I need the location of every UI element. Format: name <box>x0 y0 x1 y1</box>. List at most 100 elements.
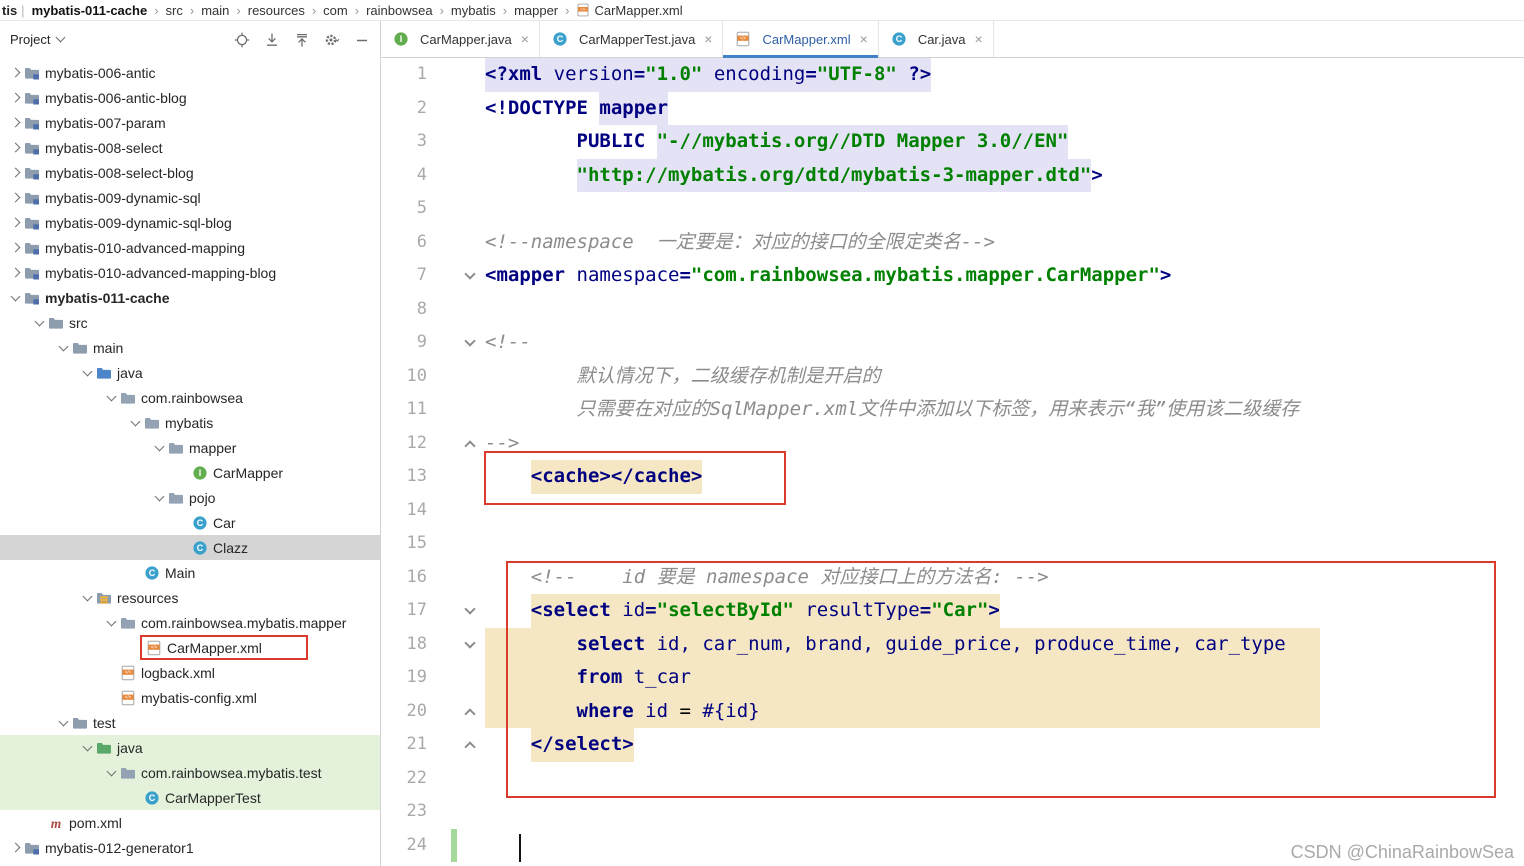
code-line-5[interactable]: 5 <box>381 192 1524 226</box>
code-line-17[interactable]: 17 <select id="selectById" resultType="C… <box>381 594 1524 628</box>
chevron-down-icon[interactable] <box>80 595 94 600</box>
tree-item-mapper[interactable]: mapper <box>0 435 380 460</box>
tree-item-mybatis-config.xml[interactable]: </>mybatis-config.xml <box>0 685 380 710</box>
tree-item-mybatis-012-generator1[interactable]: mybatis-012-generator1 <box>0 835 380 860</box>
tree-item-mybatis-006-antic-blog[interactable]: mybatis-006-antic-blog <box>0 85 380 110</box>
chevron-right-icon[interactable] <box>8 94 22 101</box>
tree-item-mybatis-010-advanced-mapping[interactable]: mybatis-010-advanced-mapping <box>0 235 380 260</box>
fold-down-icon[interactable] <box>457 594 485 628</box>
breadcrumb-item-mapper[interactable]: mapper <box>514 3 558 18</box>
chevron-down-icon[interactable] <box>128 420 142 425</box>
breadcrumb-item-CarMapper.xml[interactable]: </>CarMapper.xml <box>576 3 682 18</box>
tab-CarMapperTest.java[interactable]: CCarMapperTest.java× <box>540 21 724 57</box>
fold-up-icon[interactable] <box>457 427 485 461</box>
chevron-right-icon[interactable] <box>8 219 22 226</box>
tree-item-src[interactable]: src <box>0 310 380 335</box>
chevron-right-icon[interactable] <box>8 194 22 201</box>
tree-item-mybatis[interactable]: mybatis <box>0 410 380 435</box>
tree-item-Car[interactable]: CCar <box>0 510 380 535</box>
settings-icon[interactable] <box>324 32 340 48</box>
code-line-19[interactable]: 19 from t_car <box>381 661 1524 695</box>
tree-item-CarMapper[interactable]: ICarMapper <box>0 460 380 485</box>
code-line-2[interactable]: 2<!DOCTYPE mapper <box>381 92 1524 126</box>
code-line-21[interactable]: 21 </select> <box>381 728 1524 762</box>
code-line-9[interactable]: 9<!-- <box>381 326 1524 360</box>
chevron-down-icon[interactable] <box>80 370 94 375</box>
hide-icon[interactable] <box>354 32 370 48</box>
tree-item-resources[interactable]: resources <box>0 585 380 610</box>
tree-item-com.rainbowsea.mybatis.mapper[interactable]: com.rainbowsea.mybatis.mapper <box>0 610 380 635</box>
fold-down-icon[interactable] <box>457 326 485 360</box>
fold-down-icon[interactable] <box>457 628 485 662</box>
fold-down-icon[interactable] <box>457 259 485 293</box>
chevron-right-icon[interactable] <box>8 244 22 251</box>
chevron-down-icon[interactable] <box>80 745 94 750</box>
chevron-right-icon[interactable] <box>8 119 22 126</box>
code-line-10[interactable]: 10 默认情况下，二级缓存机制是开启的 <box>381 360 1524 394</box>
tree-item-Main[interactable]: CMain <box>0 560 380 585</box>
tree-item-mybatis-008-select[interactable]: mybatis-008-select <box>0 135 380 160</box>
tree-item-com.rainbowsea.mybatis.test[interactable]: com.rainbowsea.mybatis.test <box>0 760 380 785</box>
fold-up-icon[interactable] <box>457 728 485 762</box>
tree-item-mybatis-010-advanced-mapping-blog[interactable]: mybatis-010-advanced-mapping-blog <box>0 260 380 285</box>
chevron-down-icon[interactable] <box>104 620 118 625</box>
code-line-22[interactable]: 22 <box>381 762 1524 796</box>
close-icon[interactable]: × <box>860 31 868 47</box>
close-icon[interactable]: × <box>975 31 983 47</box>
code-line-12[interactable]: 12--> <box>381 427 1524 461</box>
code-line-13[interactable]: 13 <cache></cache> <box>381 460 1524 494</box>
code-line-1[interactable]: 1<?xml version="1.0" encoding="UTF-8" ?> <box>381 58 1524 92</box>
chevron-down-icon[interactable] <box>56 720 70 725</box>
chevron-down-icon[interactable] <box>104 770 118 775</box>
fold-up-icon[interactable] <box>457 695 485 729</box>
chevron-down-icon[interactable] <box>152 495 166 500</box>
breadcrumb-item-mybatis-011-cache[interactable]: mybatis-011-cache <box>32 3 148 18</box>
chevron-right-icon[interactable] <box>8 269 22 276</box>
chevron-right-icon[interactable] <box>8 144 22 151</box>
code-line-15[interactable]: 15 <box>381 527 1524 561</box>
tree-item-java[interactable]: java <box>0 735 380 760</box>
tab-Car.java[interactable]: CCar.java× <box>879 21 994 57</box>
breadcrumb-item-src[interactable]: src <box>166 3 183 18</box>
collapse-all-icon[interactable] <box>294 32 310 48</box>
tree-item-test[interactable]: test <box>0 710 380 735</box>
tree-item-mybatis-006-antic[interactable]: mybatis-006-antic <box>0 60 380 85</box>
code-line-23[interactable]: 23 <box>381 795 1524 829</box>
tree-item-mybatis-011-cache[interactable]: mybatis-011-cache <box>0 285 380 310</box>
chevron-down-icon[interactable] <box>32 320 46 325</box>
locate-icon[interactable] <box>234 32 250 48</box>
chevron-down-icon[interactable] <box>56 345 70 350</box>
scroll-down-icon[interactable] <box>264 32 280 48</box>
code-editor[interactable]: 1<?xml version="1.0" encoding="UTF-8" ?>… <box>381 58 1524 866</box>
tree-item-CarMapper.xml[interactable]: </>CarMapper.xml <box>0 635 380 660</box>
breadcrumb-item-main[interactable]: main <box>201 3 229 18</box>
close-icon[interactable]: × <box>521 31 529 47</box>
breadcrumb-item-resources[interactable]: resources <box>248 3 305 18</box>
chevron-down-icon[interactable] <box>152 445 166 450</box>
chevron-right-icon[interactable] <box>8 69 22 76</box>
project-dropdown[interactable]: Project <box>10 32 64 47</box>
close-icon[interactable]: × <box>704 31 712 47</box>
tree-item-mybatis-008-select-blog[interactable]: mybatis-008-select-blog <box>0 160 380 185</box>
chevron-down-icon[interactable] <box>104 395 118 400</box>
code-line-3[interactable]: 3 PUBLIC "-//mybatis.org//DTD Mapper 3.0… <box>381 125 1524 159</box>
tree-item-mybatis-009-dynamic-sql[interactable]: mybatis-009-dynamic-sql <box>0 185 380 210</box>
code-line-7[interactable]: 7<mapper namespace="com.rainbowsea.mybat… <box>381 259 1524 293</box>
breadcrumb-item-mybatis[interactable]: mybatis <box>451 3 496 18</box>
tree-item-pom.xml[interactable]: mpom.xml <box>0 810 380 835</box>
tree-item-java[interactable]: java <box>0 360 380 385</box>
tree-item-mybatis-007-param[interactable]: mybatis-007-param <box>0 110 380 135</box>
chevron-right-icon[interactable] <box>8 844 22 851</box>
tree-item-pojo[interactable]: pojo <box>0 485 380 510</box>
code-line-11[interactable]: 11 只需要在对应的SqlMapper.xml文件中添加以下标签，用来表示“我”… <box>381 393 1524 427</box>
tab-CarMapper.xml[interactable]: </>CarMapper.xml× <box>723 21 878 57</box>
code-line-14[interactable]: 14 <box>381 494 1524 528</box>
code-line-8[interactable]: 8 <box>381 293 1524 327</box>
code-line-18[interactable]: 18 select id, car_num, brand, guide_pric… <box>381 628 1524 662</box>
breadcrumb-item-com[interactable]: com <box>323 3 348 18</box>
tree-item-main[interactable]: main <box>0 335 380 360</box>
code-line-4[interactable]: 4 "http://mybatis.org/dtd/mybatis-3-mapp… <box>381 159 1524 193</box>
tree-item-CarMapperTest[interactable]: CCarMapperTest <box>0 785 380 810</box>
code-line-16[interactable]: 16 <!-- id 要是 namespace 对应接口上的方法名: --> <box>381 561 1524 595</box>
code-line-20[interactable]: 20 where id = #{id} <box>381 695 1524 729</box>
